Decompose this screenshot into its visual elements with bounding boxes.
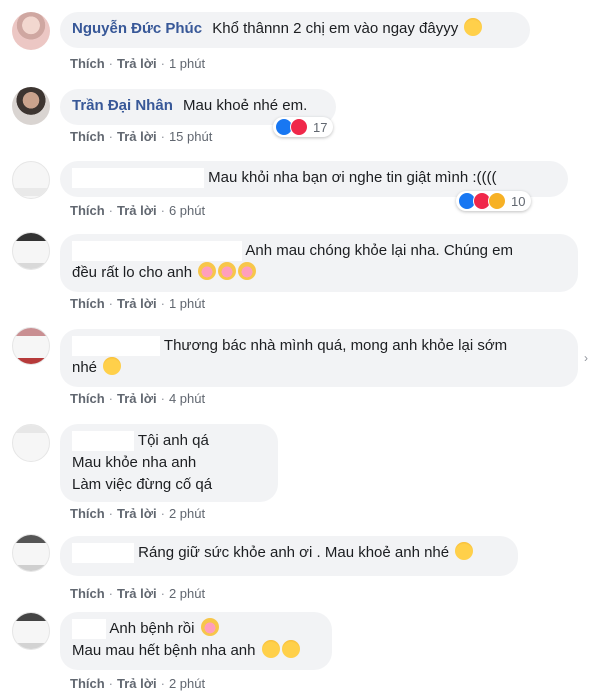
comment-bubble: Thương bác nhà mình quá, mong anh khỏe l… (60, 329, 578, 387)
comment-time[interactable]: 15 phút (169, 129, 212, 144)
comment: Tội anh qá Mau khỏe nha anh Làm việc đừn… (0, 420, 600, 530)
comment: Mau khỏi nha bạn ơi nghe tin giật mình :… (0, 155, 600, 230)
options-chevron-icon[interactable]: › (584, 351, 600, 367)
like-link[interactable]: Thích (70, 676, 105, 691)
blushing-face-emoji-icon (238, 262, 257, 280)
comment: Thương bác nhà mình quá, mong anh khỏe l… (0, 325, 600, 420)
reply-link[interactable]: Trả lời (117, 586, 157, 601)
avatar[interactable] (12, 424, 50, 462)
comment-actions: Thích · Trả lời · 2 phút (70, 676, 206, 691)
commenter-name[interactable]: Nguyễn Đức Phúc (72, 20, 202, 37)
comment-actions: Thích · Trả lời · 2 phút (70, 506, 206, 521)
comment-bubble: Ráng giữ sức khỏe anh ơi . Mau khoẻ anh … (60, 536, 518, 576)
reaction-count: 17 (313, 119, 328, 135)
blushing-face-emoji-icon (198, 262, 217, 280)
avatar[interactable] (12, 534, 50, 572)
reply-link[interactable]: Trả lời (117, 56, 157, 71)
avatar[interactable] (12, 612, 50, 650)
sad-icon (488, 192, 506, 210)
like-link[interactable]: Thích (70, 391, 105, 406)
comment: Anh mau chóng khỏe lại nha. Chúng em đều… (0, 230, 600, 325)
comment-text-line: Làm việc đừng cố qá (72, 476, 213, 493)
comment-text-line: Tội anh qá (137, 432, 209, 449)
like-link[interactable]: Thích (70, 586, 105, 601)
redacted-name (72, 431, 134, 452)
like-link[interactable]: Thích (70, 506, 105, 521)
comment-bubble: Anh bệnh rồi Mau mau hết bệnh nha anh (60, 612, 332, 670)
comment: Trần Đại Nhân Mau khoẻ nhé em. 17 Thích ·… (0, 75, 600, 155)
comment-time[interactable]: 6 phút (169, 203, 205, 218)
comment-text: Mau khỏi nha bạn ơi nghe tin giật mình :… (208, 169, 497, 186)
avatar[interactable] (12, 87, 50, 125)
avatar[interactable] (12, 232, 50, 270)
comment-text-line: nhé (72, 359, 98, 376)
like-link[interactable]: Thích (70, 129, 105, 144)
comment: Anh bệnh rồi Mau mau hết bệnh nha anh Th… (0, 610, 600, 700)
comment-text-line: Thương bác nhà mình quá, mong anh khỏe l… (163, 337, 508, 354)
sad-face-emoji-icon (455, 542, 474, 560)
reply-link[interactable]: Trả lời (117, 506, 157, 521)
love-icon (290, 118, 308, 136)
commenter-name[interactable]: Trần Đại Nhân (72, 97, 173, 114)
comment-time[interactable]: 2 phút (169, 586, 205, 601)
blushing-face-emoji-icon (200, 618, 219, 636)
redacted-name (72, 336, 160, 357)
comment-time[interactable]: 1 phút (169, 56, 205, 71)
reply-link[interactable]: Trả lời (117, 676, 157, 691)
comment-text-line: Anh mau chóng khỏe lại nha. Chúng em (245, 242, 514, 259)
comment-bubble: Nguyễn Đức Phúc Khổ thânnn 2 chị em vào … (60, 12, 530, 48)
comment-time[interactable]: 4 phút (169, 391, 205, 406)
redacted-name (72, 619, 106, 640)
crying-face-emoji-icon (261, 640, 280, 658)
redacted-name (72, 543, 134, 564)
comment-actions: Thích · Trả lời · 15 phút (70, 129, 213, 144)
avatar[interactable] (12, 12, 50, 50)
avatar[interactable] (12, 161, 50, 199)
reply-link[interactable]: Trả lời (117, 391, 157, 406)
comment-time[interactable]: 2 phút (169, 676, 205, 691)
comment-bubble: Anh mau chóng khỏe lại nha. Chúng em đều… (60, 234, 578, 292)
comment-text: Khổ thânnn 2 chị em vào ngay đâyyy (212, 20, 459, 37)
comment-actions: Thích · Trả lời · 4 phút (70, 391, 206, 406)
comment-text: Ráng giữ sức khỏe anh ơi . Mau khoẻ anh … (138, 544, 450, 561)
comment-text-line: Anh bệnh rồi (109, 620, 195, 637)
comment-actions: Thích · Trả lời · 6 phút (70, 203, 206, 218)
reaction-summary[interactable]: 17 (273, 117, 334, 137)
reply-link[interactable]: Trả lời (117, 203, 157, 218)
comment-actions: Thích · Trả lời · 1 phút (70, 296, 206, 311)
avatar[interactable] (12, 327, 50, 365)
blushing-face-emoji-icon (218, 262, 237, 280)
comment-bubble: Tội anh qá Mau khỏe nha anh Làm việc đừn… (60, 424, 278, 502)
crying-face-emoji-icon (281, 640, 300, 658)
comment: Ráng giữ sức khỏe anh ơi . Mau khoẻ anh … (0, 530, 600, 610)
worried-face-emoji-icon (103, 357, 122, 375)
comment-text-line: đều rất lo cho anh (72, 264, 193, 281)
reply-link[interactable]: Trả lời (117, 296, 157, 311)
like-link[interactable]: Thích (70, 203, 105, 218)
reaction-count: 10 (511, 193, 526, 209)
reply-link[interactable]: Trả lời (117, 129, 157, 144)
comment-actions: Thích · Trả lời · 1 phút (70, 56, 206, 71)
redacted-name (72, 241, 242, 262)
comment-text-line: Mau mau hết bệnh nha anh (72, 642, 256, 659)
like-link[interactable]: Thích (70, 296, 105, 311)
comment-text: Mau khoẻ nhé em. (183, 97, 308, 114)
reaction-summary[interactable]: 10 (456, 191, 532, 211)
comment-time[interactable]: 2 phút (169, 506, 205, 521)
like-link[interactable]: Thích (70, 56, 105, 71)
comment: Nguyễn Đức Phúc Khổ thânnn 2 chị em vào … (0, 0, 600, 75)
comment-actions: Thích · Trả lời · 2 phút (70, 586, 206, 601)
comment-time[interactable]: 1 phút (169, 296, 205, 311)
redacted-name (72, 168, 204, 189)
sad-face-emoji-icon (464, 18, 483, 36)
comment-text-line: Mau khỏe nha anh (72, 454, 197, 471)
